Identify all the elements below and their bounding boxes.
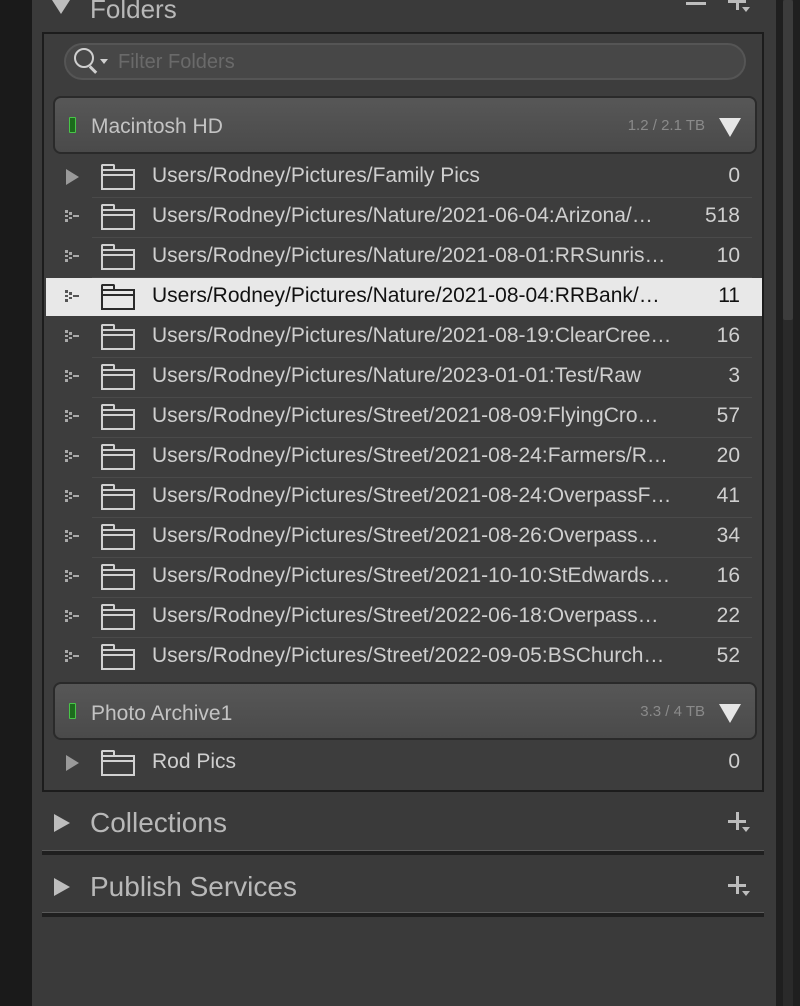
folder-path: Users/Rodney/Pictures/Street/2021-08-24:… <box>152 444 668 467</box>
volume-header-photo-archive1[interactable]: Photo Archive1 3.3 / 4 TB <box>53 682 757 740</box>
drag-dots-icon <box>65 250 79 262</box>
folder-path: Users/Rodney/Pictures/Family Pics <box>152 164 480 187</box>
folder-icon <box>101 204 135 230</box>
add-collection-button[interactable] <box>726 810 754 838</box>
publish-services-title: Publish Services <box>90 871 297 902</box>
folder-row[interactable]: Users/Rodney/Pictures/Street/2021-08-09:… <box>46 398 762 438</box>
folder-path: Users/Rodney/Pictures/Street/2021-08-09:… <box>152 404 659 427</box>
expand-triangle-icon[interactable] <box>66 169 79 185</box>
folder-path: Users/Rodney/Pictures/Nature/2021-08-19:… <box>152 324 672 347</box>
folder-row[interactable]: Users/Rodney/Pictures/Street/2021-08-26:… <box>46 518 762 558</box>
folder-path: Users/Rodney/Pictures/Street/2022-09-05:… <box>152 644 665 667</box>
folder-row[interactable]: Users/Rodney/Pictures/Street/2021-08-24:… <box>46 478 762 518</box>
collections-title: Collections <box>90 807 227 838</box>
folder-photo-count: 22 <box>716 604 740 627</box>
folder-photo-count: 34 <box>716 524 740 547</box>
filter-folders-placeholder: Filter Folders <box>118 51 235 73</box>
folder-icon <box>101 484 135 510</box>
drag-dots-icon <box>65 410 79 422</box>
left-panel-edge <box>0 0 32 1006</box>
folder-photo-count: 16 <box>716 564 740 587</box>
drag-dots-icon <box>65 610 79 622</box>
folder-photo-count: 518 <box>704 204 740 227</box>
folder-icon <box>101 604 135 630</box>
volume-status-led-icon <box>69 117 76 133</box>
folder-icon <box>101 284 135 310</box>
folder-photo-count: 57 <box>716 404 740 427</box>
folder-icon <box>101 164 135 190</box>
folder-path: Users/Rodney/Pictures/Street/2022-06-18:… <box>152 604 659 627</box>
folder-photo-count: 3 <box>728 364 740 387</box>
volume-name: Photo Archive1 <box>91 702 233 725</box>
drag-dots-icon <box>65 450 79 462</box>
folder-row[interactable]: Users/Rodney/Pictures/Nature/2023-01-01:… <box>46 358 762 398</box>
expand-triangle-icon[interactable] <box>54 878 70 896</box>
folder-icon <box>101 564 135 590</box>
drag-dots-icon <box>65 210 79 222</box>
add-publish-service-button[interactable] <box>726 874 754 902</box>
folder-path: Users/Rodney/Pictures/Nature/2021-08-04:… <box>152 284 660 307</box>
volume-header-macintosh-hd[interactable]: Macintosh HD 1.2 / 2.1 TB <box>53 96 757 154</box>
drag-dots-icon <box>65 370 79 382</box>
folder-photo-count: 10 <box>716 244 740 267</box>
volume-expand-icon[interactable] <box>719 704 741 723</box>
folder-icon <box>101 324 135 350</box>
volume-status-led-icon <box>69 703 76 719</box>
remove-folder-button[interactable] <box>686 2 706 5</box>
folder-photo-count: 11 <box>718 284 740 307</box>
volume-capacity: 3.3 / 4 TB <box>640 703 705 720</box>
folder-icon <box>101 524 135 550</box>
drag-dots-icon <box>65 290 79 302</box>
folder-row[interactable]: Rod Pics 0 <box>46 744 762 782</box>
folder-photo-count: 0 <box>728 164 740 187</box>
folder-path: Users/Rodney/Pictures/Nature/2021-06-04:… <box>152 204 653 227</box>
folder-photo-count: 16 <box>716 324 740 347</box>
folder-path: Users/Rodney/Pictures/Nature/2023-01-01:… <box>152 364 642 387</box>
expand-triangle-icon[interactable] <box>66 755 79 771</box>
folders-title: Folders <box>90 0 177 24</box>
section-divider <box>42 850 764 855</box>
folder-photo-count: 41 <box>716 484 740 507</box>
folder-path: Users/Rodney/Pictures/Street/2021-10-10:… <box>152 564 671 587</box>
folder-icon <box>101 750 135 776</box>
folder-row[interactable]: Users/Rodney/Pictures/Nature/2021-08-01:… <box>46 238 762 278</box>
folder-row[interactable]: Users/Rodney/Pictures/Family Pics 0 <box>46 158 762 198</box>
folder-row[interactable]: Users/Rodney/Pictures/Street/2021-08-24:… <box>46 438 762 478</box>
folder-path: Users/Rodney/Pictures/Street/2021-08-24:… <box>152 484 672 507</box>
folder-path: Users/Rodney/Pictures/Nature/2021-08-01:… <box>152 244 666 267</box>
folder-photo-count: 0 <box>728 750 740 773</box>
folder-photo-count: 52 <box>716 644 740 667</box>
folder-path: Rod Pics <box>152 750 237 773</box>
search-options-dropdown-icon[interactable] <box>100 59 108 64</box>
folder-row[interactable]: Users/Rodney/Pictures/Street/2022-06-18:… <box>46 598 762 638</box>
drag-dots-icon <box>65 490 79 502</box>
collections-panel-header[interactable]: Collections <box>32 792 776 856</box>
add-folder-button[interactable] <box>726 0 754 18</box>
folder-row[interactable]: Users/Rodney/Pictures/Street/2021-10-10:… <box>46 558 762 598</box>
folder-icon <box>101 364 135 390</box>
drag-dots-icon <box>65 330 79 342</box>
scrollbar-thumb[interactable] <box>783 0 793 320</box>
folder-icon <box>101 244 135 270</box>
folder-row-selected[interactable]: Users/Rodney/Pictures/Nature/2021-08-04:… <box>46 278 762 316</box>
folder-photo-count: 20 <box>716 444 740 467</box>
drag-dots-icon <box>65 570 79 582</box>
volume-name: Macintosh HD <box>91 115 223 138</box>
folder-icon <box>101 404 135 430</box>
drag-dots-icon <box>65 530 79 542</box>
volume-expand-icon[interactable] <box>719 118 741 137</box>
collapse-triangle-icon[interactable] <box>52 0 70 14</box>
folder-row[interactable]: Users/Rodney/Pictures/Street/2022-09-05:… <box>46 638 762 676</box>
folder-icon <box>101 644 135 670</box>
section-divider <box>42 912 764 917</box>
folder-icon <box>101 444 135 470</box>
folder-path: Users/Rodney/Pictures/Street/2021-08-26:… <box>152 524 659 547</box>
expand-triangle-icon[interactable] <box>54 814 70 832</box>
folder-row[interactable]: Users/Rodney/Pictures/Nature/2021-08-19:… <box>46 318 762 358</box>
volume-capacity: 1.2 / 2.1 TB <box>627 117 705 134</box>
drag-dots-icon <box>65 650 79 662</box>
folder-row[interactable]: Users/Rodney/Pictures/Nature/2021-06-04:… <box>46 198 762 238</box>
publish-services-panel-header[interactable]: Publish Services <box>32 856 776 920</box>
